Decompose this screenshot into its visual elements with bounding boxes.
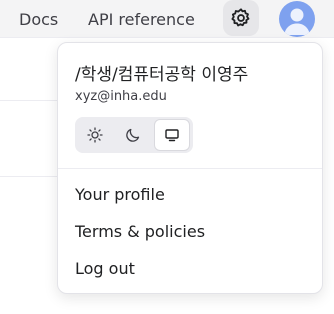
gear-icon — [231, 8, 250, 27]
monitor-icon — [165, 129, 179, 142]
moon-icon — [126, 128, 140, 142]
menu-divider — [58, 168, 322, 169]
account-menu: /학생/컴퓨터공학 이영주 xyz@inha.edu Your profile … — [57, 42, 323, 294]
theme-light-button[interactable] — [77, 119, 113, 151]
user-avatar-icon — [284, 8, 310, 35]
your-profile-item[interactable]: Your profile — [75, 185, 165, 204]
divider — [0, 176, 60, 177]
log-out-item[interactable]: Log out — [75, 259, 135, 278]
theme-switcher — [75, 117, 193, 153]
terms-policies-item[interactable]: Terms & policies — [75, 222, 205, 241]
settings-button[interactable] — [223, 0, 259, 36]
top-bar: Docs API reference — [0, 0, 334, 38]
sun-icon — [87, 127, 103, 143]
user-name: /학생/컴퓨터공학 이영주 — [75, 65, 249, 85]
docs-link[interactable]: Docs — [19, 10, 58, 29]
user-email: xyz@inha.edu — [75, 89, 167, 104]
divider — [0, 100, 60, 101]
api-reference-link[interactable]: API reference — [88, 10, 195, 29]
theme-system-button[interactable] — [154, 119, 190, 151]
avatar-button[interactable] — [279, 1, 315, 37]
theme-dark-button[interactable] — [115, 119, 151, 151]
